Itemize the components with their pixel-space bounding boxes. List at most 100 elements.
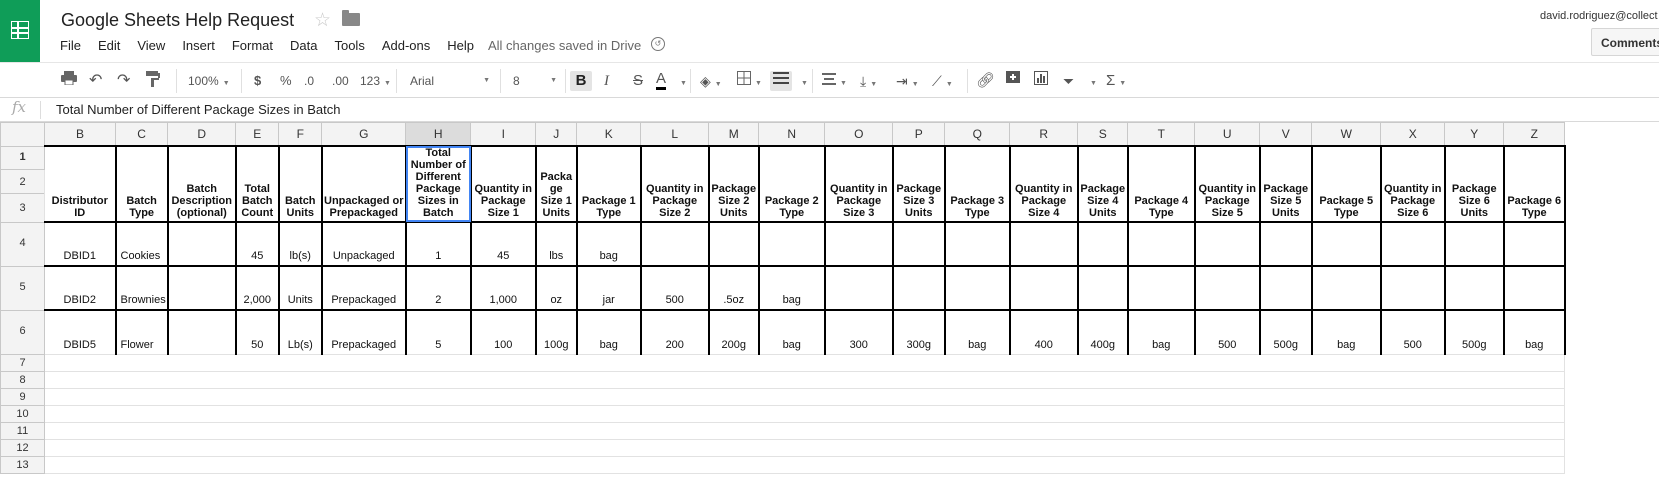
table-cell[interactable] — [1193, 221, 1261, 267]
font-size-select[interactable]: 8 ▼ — [513, 71, 557, 91]
table-cell[interactable]: 500 — [1193, 309, 1261, 355]
column-header-w[interactable]: W — [1311, 122, 1382, 147]
selected-header-cell[interactable]: Total Number of Different Package Sizes … — [404, 145, 472, 223]
table-cell[interactable] — [166, 309, 237, 355]
row-header[interactable]: 5 — [0, 265, 45, 311]
functions-icon[interactable]: Σ ▼ — [1106, 71, 1126, 91]
table-cell[interactable]: bag — [575, 221, 642, 267]
table-cell[interactable]: 400g — [1076, 309, 1129, 355]
table-cell[interactable] — [1008, 265, 1079, 311]
header-cell[interactable]: Package 6 Type — [1502, 145, 1566, 223]
header-cell[interactable]: Package Size 3 Units — [891, 145, 946, 223]
row-header[interactable]: 7 — [0, 353, 45, 372]
table-cell[interactable]: 5 — [404, 309, 472, 355]
empty-cell[interactable] — [43, 421, 1566, 440]
header-cell[interactable]: Package Size 4 Units — [1076, 145, 1129, 223]
table-cell[interactable]: 200 — [639, 309, 710, 355]
header-cell[interactable]: Quantity in Package Size 2 — [639, 145, 710, 223]
column-header-c[interactable]: C — [114, 122, 169, 147]
percent-format-button[interactable]: % — [280, 71, 292, 91]
column-header-v[interactable]: V — [1259, 122, 1313, 147]
table-cell[interactable] — [166, 221, 237, 267]
menu-format[interactable]: Format — [232, 38, 273, 53]
table-cell[interactable]: 200g — [707, 309, 760, 355]
header-cell[interactable]: Quantity in Package Size 3 — [823, 145, 894, 223]
menu-insert[interactable]: Insert — [182, 38, 215, 53]
table-cell[interactable] — [823, 265, 894, 311]
header-cell[interactable]: Packa ge Size 1 Units — [534, 145, 578, 223]
empty-cell[interactable] — [43, 387, 1566, 406]
print-icon[interactable] — [61, 71, 77, 91]
text-wrapping-icon[interactable]: ⇥ ▼ — [896, 71, 919, 91]
italic-button[interactable]: I — [604, 71, 609, 91]
strikethrough-button[interactable]: S — [633, 71, 643, 91]
table-cell[interactable]: bag — [1310, 309, 1382, 355]
table-cell[interactable]: 300g — [891, 309, 946, 355]
table-cell[interactable]: bag — [943, 309, 1011, 355]
empty-cell[interactable] — [43, 370, 1566, 389]
header-cell[interactable]: Batch Type — [114, 145, 169, 223]
column-header-z[interactable]: Z — [1503, 122, 1566, 147]
bold-button[interactable]: B — [570, 71, 592, 91]
menu-addons[interactable]: Add-ons — [382, 38, 430, 53]
table-cell[interactable]: 2 — [404, 265, 472, 311]
column-header-g[interactable]: G — [321, 122, 407, 147]
table-cell[interactable] — [943, 221, 1011, 267]
column-header-r[interactable]: R — [1009, 122, 1079, 147]
header-cell[interactable]: Package Size 5 Units — [1258, 145, 1313, 223]
table-cell[interactable] — [1193, 265, 1261, 311]
table-cell[interactable] — [1258, 221, 1313, 267]
table-cell[interactable]: 2,000 — [234, 265, 280, 311]
table-cell[interactable]: DBID5 — [44, 309, 116, 355]
table-cell[interactable]: 45 — [469, 221, 537, 267]
menu-view[interactable]: View — [137, 38, 165, 53]
borders-icon[interactable]: ▼ — [737, 71, 762, 91]
sheets-logo-icon[interactable] — [0, 0, 40, 62]
header-cell[interactable]: Package 2 Type — [757, 145, 826, 223]
increase-decimal-button[interactable]: .00 — [332, 71, 349, 91]
insert-link-icon[interactable]: 🔗︎ — [976, 71, 995, 91]
paint-format-icon[interactable] — [146, 71, 160, 91]
row-header[interactable]: 8 — [0, 370, 45, 389]
column-header-h[interactable]: H — [405, 122, 472, 147]
table-cell[interactable]: jar — [575, 265, 642, 311]
header-cell[interactable]: Batch Units — [277, 145, 323, 223]
table-cell[interactable]: 400 — [1008, 309, 1079, 355]
header-cell[interactable]: Package 5 Type — [1310, 145, 1382, 223]
table-cell[interactable]: bag — [575, 309, 642, 355]
table-cell[interactable] — [1076, 221, 1129, 267]
row-header[interactable]: 10 — [0, 404, 45, 423]
header-cell[interactable]: Quantity in Package Size 6 — [1379, 145, 1446, 223]
row-header[interactable]: 3 — [0, 193, 45, 223]
select-all-corner[interactable] — [0, 122, 45, 147]
menu-file[interactable]: File — [60, 38, 81, 53]
column-header-i[interactable]: I — [470, 122, 537, 147]
comments-button[interactable]: Comments — [1591, 28, 1659, 56]
column-header-u[interactable]: U — [1194, 122, 1261, 147]
header-cell[interactable]: Package 3 Type — [943, 145, 1011, 223]
table-cell[interactable] — [1258, 265, 1313, 311]
table-cell[interactable]: DBID1 — [44, 221, 116, 267]
header-cell[interactable]: Package Size 6 Units — [1443, 145, 1505, 223]
empty-cell[interactable] — [43, 455, 1566, 474]
vertical-align-icon[interactable]: ⤓ ▼ — [860, 71, 877, 91]
table-cell[interactable]: 500g — [1443, 309, 1505, 355]
header-cell[interactable]: Quantity in Package Size 4 — [1008, 145, 1079, 223]
row-header[interactable]: 6 — [0, 309, 45, 355]
column-header-f[interactable]: F — [278, 122, 323, 147]
column-header-o[interactable]: O — [824, 122, 894, 147]
table-cell[interactable] — [639, 221, 710, 267]
insert-chart-icon[interactable] — [1034, 71, 1048, 91]
row-header[interactable]: 2 — [0, 169, 45, 195]
table-cell[interactable]: Unpackaged — [320, 221, 407, 267]
row-header[interactable]: 9 — [0, 387, 45, 406]
table-cell[interactable]: bag — [1502, 309, 1566, 355]
column-header-e[interactable]: E — [235, 122, 280, 147]
table-cell[interactable] — [1502, 221, 1566, 267]
currency-format-button[interactable]: $ — [254, 71, 261, 91]
fill-color-icon[interactable]: ◈ ▼ — [700, 71, 722, 91]
table-cell[interactable]: 100 — [469, 309, 537, 355]
header-cell[interactable]: Quantity in Package Size 1 — [469, 145, 537, 223]
chevron-down-icon[interactable]: ▼ — [797, 71, 808, 91]
table-cell[interactable]: 1,000 — [469, 265, 537, 311]
